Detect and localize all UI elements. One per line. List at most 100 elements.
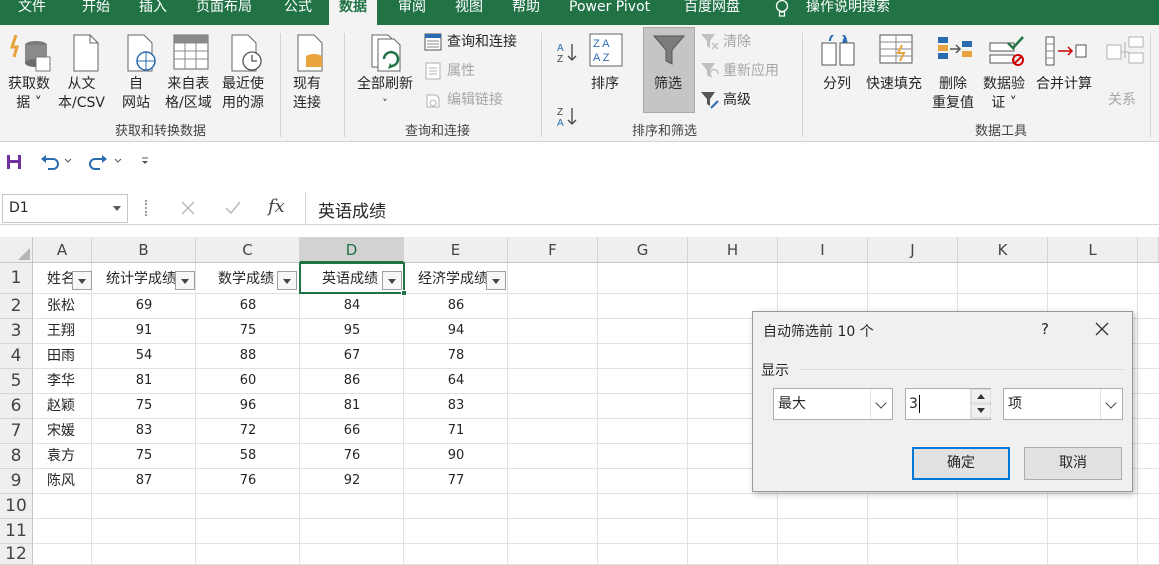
redo-icon[interactable] xyxy=(88,153,108,171)
sort-button[interactable]: 排序 xyxy=(591,75,619,94)
row-header-2[interactable]: 2 xyxy=(0,294,33,319)
cell-a6[interactable]: 赵颖 xyxy=(47,394,75,418)
cell-b9[interactable]: 87 xyxy=(92,469,196,493)
cell-d8[interactable]: 76 xyxy=(300,444,404,468)
filter-dropdown-c[interactable] xyxy=(277,271,297,290)
cell-a9[interactable]: 陈风 xyxy=(47,469,75,493)
tab-formulas[interactable]: 公式 xyxy=(284,0,312,23)
cell-b4[interactable]: 54 xyxy=(92,344,196,368)
tab-power-pivot[interactable]: Power Pivot xyxy=(569,0,650,23)
spin-up-icon[interactable] xyxy=(971,389,991,404)
cell-e2[interactable]: 86 xyxy=(404,294,508,318)
header-cell-b1[interactable]: 统计学成绩 xyxy=(106,264,176,294)
cell-c6[interactable]: 96 xyxy=(196,394,300,418)
column-header-g[interactable]: G xyxy=(598,237,688,263)
consolidate-button[interactable]: 合并计算 xyxy=(1036,75,1092,94)
cell-a2[interactable]: 张松 xyxy=(47,294,75,318)
enter-check-icon[interactable] xyxy=(224,200,242,216)
from-table-button[interactable]: 来自表 格/区域 xyxy=(165,75,212,113)
save-icon[interactable] xyxy=(6,154,22,170)
tab-baidu-netdisk[interactable]: 百度网盘 xyxy=(684,0,740,23)
header-cell-c1[interactable]: 数学成绩 xyxy=(218,264,274,294)
row-header-5[interactable]: 5 xyxy=(0,369,33,394)
cell-b7[interactable]: 83 xyxy=(92,419,196,443)
existing-connections-button[interactable]: 现有 连接 xyxy=(293,75,321,113)
column-header-h[interactable]: H xyxy=(688,237,778,263)
cell-a8[interactable]: 袁方 xyxy=(47,444,75,468)
refresh-all-button[interactable]: 全部刷新 ˅ xyxy=(357,75,413,113)
count-spinner[interactable]: 3 xyxy=(905,388,991,420)
cell-a3[interactable]: 王翔 xyxy=(47,319,75,343)
filter-dropdown-e[interactable] xyxy=(486,271,506,290)
row-header-10[interactable]: 10 xyxy=(0,494,33,519)
cancel-x-icon[interactable] xyxy=(180,200,196,216)
relationships-button[interactable]: 关系 xyxy=(1108,91,1136,110)
tab-help[interactable]: 帮助 xyxy=(512,0,540,23)
cell-c8[interactable]: 58 xyxy=(196,444,300,468)
cell-d6[interactable]: 81 xyxy=(300,394,404,418)
queries-connections-button[interactable]: 查询和连接 xyxy=(447,32,517,52)
tell-me-search[interactable]: 操作说明搜索 xyxy=(806,0,890,23)
cell-d5[interactable]: 86 xyxy=(300,369,404,393)
ok-button[interactable]: 确定 xyxy=(912,447,1010,480)
cell-d2[interactable]: 84 xyxy=(300,294,404,318)
insert-function-icon[interactable]: fx xyxy=(268,196,285,217)
column-header-k[interactable]: K xyxy=(958,237,1048,263)
cell-e6[interactable]: 83 xyxy=(404,394,508,418)
close-icon[interactable] xyxy=(1095,322,1109,336)
cell-b8[interactable]: 75 xyxy=(92,444,196,468)
cell-a4[interactable]: 田雨 xyxy=(47,344,75,368)
tab-review[interactable]: 审阅 xyxy=(398,0,426,23)
cell-a5[interactable]: 李华 xyxy=(47,369,75,393)
column-header-i[interactable]: I xyxy=(778,237,868,263)
cell-e8[interactable]: 90 xyxy=(404,444,508,468)
cell-e3[interactable]: 94 xyxy=(404,319,508,343)
row-header-12[interactable]: 12 xyxy=(0,544,33,565)
tab-data[interactable]: 数据 xyxy=(329,0,377,25)
row-header-11[interactable]: 11 xyxy=(0,519,33,544)
properties-button[interactable]: 属性 xyxy=(447,61,475,81)
from-web-button[interactable]: 自网站 xyxy=(122,75,150,113)
recent-sources-button[interactable]: 最近使 用的源 xyxy=(222,75,264,113)
row-header-3[interactable]: 3 xyxy=(0,319,33,344)
column-header-f[interactable]: F xyxy=(508,237,598,263)
top-bottom-select[interactable]: 最大 xyxy=(773,388,893,420)
cell-b5[interactable]: 81 xyxy=(92,369,196,393)
formula-input[interactable]: 英语成绩 xyxy=(318,197,386,222)
cell-c3[interactable]: 75 xyxy=(196,319,300,343)
tab-insert[interactable]: 插入 xyxy=(139,0,167,23)
cell-b3[interactable]: 91 xyxy=(92,319,196,343)
filter-dropdown-b[interactable] xyxy=(175,271,195,290)
header-cell-e1[interactable]: 经济学成绩 xyxy=(418,264,488,294)
row-header-9[interactable]: 9 xyxy=(0,469,33,494)
spin-down-icon[interactable] xyxy=(971,404,991,419)
cell-a7[interactable]: 宋媛 xyxy=(47,419,75,443)
redo-dropdown-icon[interactable] xyxy=(114,157,122,165)
advanced-button[interactable]: 高级 xyxy=(723,90,751,110)
cell-d3[interactable]: 95 xyxy=(300,319,404,343)
get-data-button[interactable]: 获取数据 ˅ xyxy=(8,75,50,113)
filter-button[interactable]: 筛选 xyxy=(654,75,682,94)
cell-b6[interactable]: 75 xyxy=(92,394,196,418)
column-header-partial[interactable] xyxy=(1138,237,1159,263)
column-header-d[interactable]: D xyxy=(300,237,404,263)
row-header-8[interactable]: 8 xyxy=(0,444,33,469)
edit-links-button[interactable]: 编辑链接 xyxy=(447,90,503,110)
cell-d4[interactable]: 67 xyxy=(300,344,404,368)
filter-dropdown-a[interactable] xyxy=(72,271,92,290)
items-percent-select[interactable]: 项 xyxy=(1003,388,1123,420)
name-box[interactable]: D1 xyxy=(2,194,128,223)
row-header-4[interactable]: 4 xyxy=(0,344,33,369)
cancel-button[interactable]: 取消 xyxy=(1024,447,1122,480)
column-header-e[interactable]: E xyxy=(404,237,508,263)
tab-home[interactable]: 开始 xyxy=(82,0,110,23)
cell-d9[interactable]: 92 xyxy=(300,469,404,493)
row-header-6[interactable]: 6 xyxy=(0,394,33,419)
from-text-csv-button[interactable]: 从文 本/CSV xyxy=(58,75,105,113)
undo-dropdown-icon[interactable] xyxy=(64,157,72,165)
column-header-j[interactable]: J xyxy=(868,237,958,263)
tab-page-layout[interactable]: 页面布局 xyxy=(196,0,252,23)
cell-c5[interactable]: 60 xyxy=(196,369,300,393)
tab-file[interactable]: 文件 xyxy=(18,0,46,23)
reapply-button[interactable]: 重新应用 xyxy=(723,61,779,81)
